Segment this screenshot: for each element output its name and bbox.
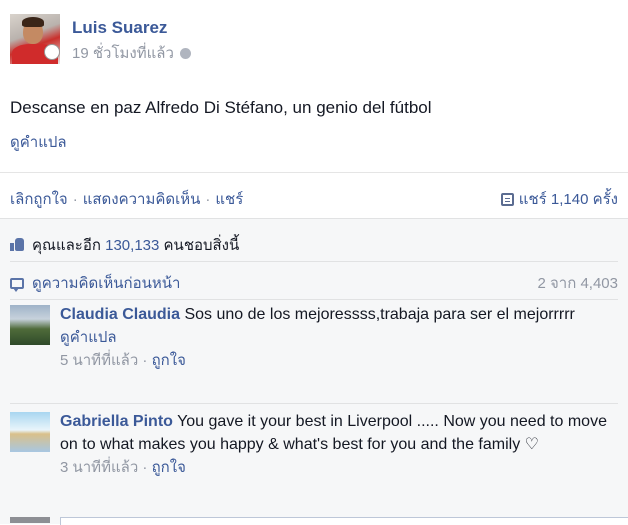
share-icon <box>500 193 514 206</box>
share-count-text[interactable]: แชร์ 1,140 ครั้ง <box>519 191 618 208</box>
comment-icon <box>10 278 24 292</box>
like-icon <box>10 238 24 251</box>
see-translation-link[interactable]: ดูคำแปล <box>10 130 67 154</box>
comment-meta: 3 นาทีที่แล้ว · ถูกใจ <box>60 459 186 476</box>
comments-count: 2 จาก 4,403 <box>537 275 618 292</box>
author-name[interactable]: Luis Suarez <box>72 18 167 38</box>
separator: · <box>72 191 78 208</box>
comment-body: Claudia Claudia Sos uno de los mejoresss… <box>60 303 618 372</box>
divider <box>10 261 618 262</box>
comment-item: Gabriella Pinto You gave it your best in… <box>10 410 618 510</box>
commenter-name[interactable]: Gabriella Pinto <box>60 413 173 430</box>
divider <box>10 299 618 300</box>
likes-prefix: คุณและอีก <box>32 237 106 254</box>
feedback-section: คุณและอีก 130,133 คนชอบสิ่งนี้ ดูความคิด… <box>0 218 628 524</box>
write-comment-input[interactable] <box>60 517 628 525</box>
previous-comments-row: ดูความคิดเห็นก่อนหน้า 2 จาก 4,403 <box>10 271 618 295</box>
share-count[interactable]: แชร์ 1,140 ครั้ง <box>500 187 618 211</box>
likes-summary: คุณและอีก 130,133 คนชอบสิ่งนี้ <box>10 233 618 257</box>
commenter-name[interactable]: Claudia Claudia <box>60 306 180 323</box>
current-user-avatar <box>10 517 50 523</box>
comment-body: Gabriella Pinto You gave it your best in… <box>60 410 618 479</box>
globe-icon[interactable] <box>179 47 191 59</box>
unlike-link[interactable]: เลิกถูกใจ <box>10 191 68 208</box>
comment-translate-link[interactable]: ดูคำแปล <box>60 326 618 349</box>
post-actions-bar: เลิกถูกใจ · แสดงความคิดเห็น · แชร์ แชร์ 1,14… <box>0 172 628 219</box>
share-link[interactable]: แชร์ <box>215 191 243 208</box>
comment-link[interactable]: แสดงความคิดเห็น <box>83 191 201 208</box>
post-actions: เลิกถูกใจ · แสดงความคิดเห็น · แชร์ <box>10 187 243 211</box>
divider <box>10 403 618 404</box>
commenter-avatar[interactable] <box>10 305 50 345</box>
avatar-hair <box>22 17 44 27</box>
comment-text: Sos uno de los mejoressss,trabaja para s… <box>184 306 575 323</box>
likes-suffix: คนชอบสิ่งนี้ <box>159 237 240 254</box>
view-previous-comments-link[interactable]: ดูความคิดเห็นก่อนหน้า <box>32 275 180 292</box>
author-avatar[interactable] <box>10 14 60 64</box>
post-text: Descanse en paz Alfredo Di Stéfano, un g… <box>10 98 432 117</box>
comment-like-link[interactable]: ถูกใจ <box>152 352 186 369</box>
comment-time[interactable]: 5 นาทีที่แล้ว <box>60 352 138 369</box>
comment-time[interactable]: 3 นาทีที่แล้ว <box>60 459 138 476</box>
separator: · <box>205 191 211 208</box>
post-timestamp[interactable]: 19 ชั่วโมงที่แล้ว <box>72 41 191 65</box>
commenter-avatar[interactable] <box>10 412 50 452</box>
avatar-ball <box>44 44 60 60</box>
post-time-text[interactable]: 19 ชั่วโมงที่แล้ว <box>72 45 174 62</box>
comment-meta: 5 นาทีที่แล้ว · ถูกใจ <box>60 352 186 369</box>
likes-count-link[interactable]: 130,133 <box>105 237 159 254</box>
comment-like-link[interactable]: ถูกใจ <box>152 459 186 476</box>
comment-item: Claudia Claudia Sos uno de los mejoresss… <box>10 303 618 403</box>
